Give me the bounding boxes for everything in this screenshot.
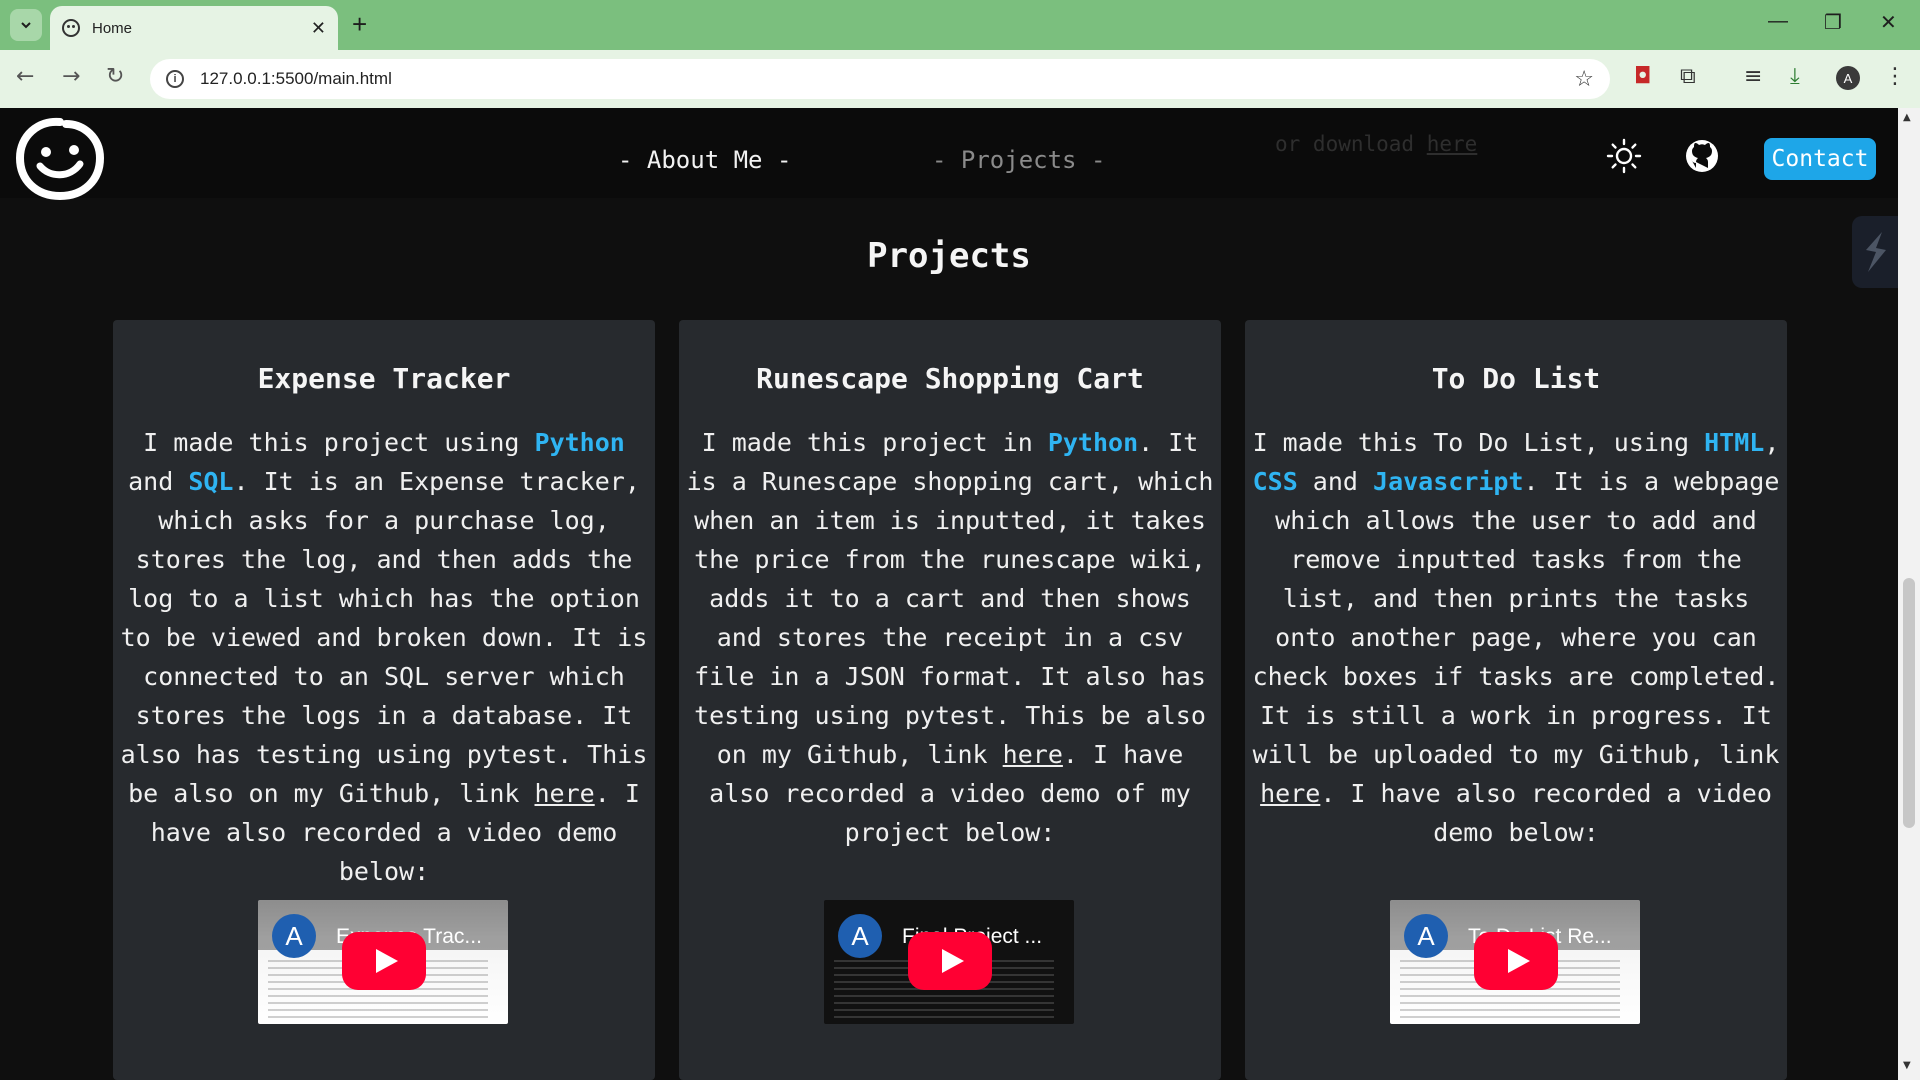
github-link[interactable]: here	[1260, 779, 1320, 808]
youtube-video-embed[interactable]: A Final Project ...	[824, 900, 1074, 1024]
contact-button[interactable]: Contact	[1764, 138, 1876, 180]
youtube-play-icon[interactable]	[342, 932, 426, 990]
tab-title: Home	[92, 19, 133, 37]
project-description: I made this project in Python. It is a R…	[685, 423, 1215, 852]
body-text: I made this project in	[701, 428, 1048, 457]
body-text: . It is a webpage which allows the user …	[1252, 467, 1780, 769]
body-text: and	[128, 467, 189, 496]
youtube-play-icon[interactable]	[1474, 932, 1558, 990]
project-card-todo-list: To Do List I made this To Do List, using…	[1245, 320, 1787, 1080]
download-icon[interactable]: ⤓	[1790, 64, 1800, 89]
scroll-down-arrow-icon[interactable]: ▼	[1903, 1060, 1911, 1071]
profile-avatar[interactable]: A	[1836, 66, 1860, 90]
back-arrow-icon[interactable]: ←	[16, 64, 34, 89]
sun-icon[interactable]	[1606, 138, 1642, 174]
youtube-video-embed[interactable]: A To Do List Re...	[1390, 900, 1640, 1024]
menu-kebab-icon[interactable]: ⋮	[1884, 64, 1906, 89]
scroll-up-arrow-icon[interactable]: ▲	[1903, 112, 1911, 123]
keyword-python: Python	[534, 428, 625, 457]
address-url[interactable]: 127.0.0.1:5500/main.html	[200, 69, 1574, 89]
chevron-down-icon	[21, 22, 31, 29]
new-tab-button[interactable]: +	[352, 10, 367, 38]
body-text: and	[1297, 467, 1374, 496]
body-text: I made this To Do List, using	[1252, 428, 1705, 457]
keyword-python: Python	[1047, 428, 1139, 457]
reload-icon[interactable]: ↻	[106, 64, 124, 89]
project-title: Runescape Shopping Cart	[756, 362, 1144, 395]
extensions-puzzle-icon[interactable]: ⧉	[1680, 64, 1696, 89]
body-text: . It is an Expense tracker, which asks f…	[120, 467, 648, 808]
project-description: I made this To Do List, using HTML, CSS …	[1251, 423, 1781, 852]
nav-about-me[interactable]: - About Me -	[618, 146, 791, 174]
channel-avatar[interactable]: A	[838, 914, 882, 958]
bookmark-star-icon[interactable]: ☆	[1574, 67, 1594, 92]
projects-heading: Projects	[867, 236, 1031, 276]
body-text: ,	[1764, 428, 1780, 457]
project-title: Expense Tracker	[257, 362, 511, 395]
github-icon[interactable]	[1684, 138, 1720, 174]
tab-search-button[interactable]	[10, 9, 42, 41]
page-scrollbar[interactable]: ▲ ▼	[1898, 108, 1920, 1080]
faded-download-prefix: or download	[1275, 132, 1427, 156]
restore-button[interactable]: ❐	[1824, 10, 1842, 35]
body-text: I made this project using	[143, 428, 535, 457]
github-link[interactable]: here	[1003, 740, 1063, 769]
browser-toolbar: ← → ↻ i 127.0.0.1:5500/main.html ☆ ◘ ⧉ ≡…	[0, 50, 1920, 108]
forward-arrow-icon[interactable]: →	[62, 64, 80, 89]
minimize-button[interactable]: —	[1768, 10, 1788, 33]
page-viewport: - About Me - - Projects - or download he…	[0, 108, 1920, 1080]
smiley-favicon-icon	[62, 19, 80, 37]
keyword-sql: SQL	[188, 467, 234, 496]
channel-avatar[interactable]: A	[272, 914, 316, 958]
github-link[interactable]: here	[535, 779, 595, 808]
youtube-play-icon[interactable]	[908, 932, 992, 990]
browser-tab-home[interactable]: Home ✕	[50, 6, 338, 50]
tab-close-button[interactable]: ✕	[311, 18, 326, 39]
project-card-runescape-cart: Runescape Shopping Cart I made this proj…	[679, 320, 1221, 1080]
site-header: - About Me - - Projects - or download he…	[0, 108, 1898, 200]
faded-download-link[interactable]: here	[1427, 132, 1478, 156]
keyword-javascript: Javascript	[1373, 467, 1524, 496]
faded-download-text: or download here	[1275, 132, 1477, 156]
address-bar[interactable]: i 127.0.0.1:5500/main.html ☆	[150, 59, 1610, 99]
close-window-button[interactable]: ✕	[1880, 10, 1897, 35]
site-info-icon[interactable]: i	[166, 70, 184, 88]
youtube-video-embed[interactable]: A Expense Trac...	[258, 900, 508, 1024]
nav-projects[interactable]: - Projects -	[932, 146, 1105, 174]
project-card-expense-tracker: Expense Tracker I made this project usin…	[113, 320, 655, 1080]
keyword-html: HTML	[1704, 428, 1765, 457]
body-text: . It is a Runescape shopping cart, which…	[686, 428, 1214, 769]
channel-avatar[interactable]: A	[1404, 914, 1448, 958]
project-description: I made this project using Python and SQL…	[119, 423, 649, 891]
keyword-css: CSS	[1252, 467, 1298, 496]
smiley-logo-icon[interactable]	[14, 116, 106, 200]
project-title: To Do List	[1431, 362, 1601, 395]
media-controls-icon[interactable]: ≡	[1744, 64, 1762, 89]
body-text: . I have also recorded a video demo belo…	[1320, 779, 1772, 847]
scroll-thumb[interactable]	[1903, 578, 1915, 828]
pocket-extension-icon[interactable]: ◘	[1634, 64, 1651, 89]
browser-tabstrip: Home ✕ + — ❐ ✕	[0, 0, 1920, 50]
